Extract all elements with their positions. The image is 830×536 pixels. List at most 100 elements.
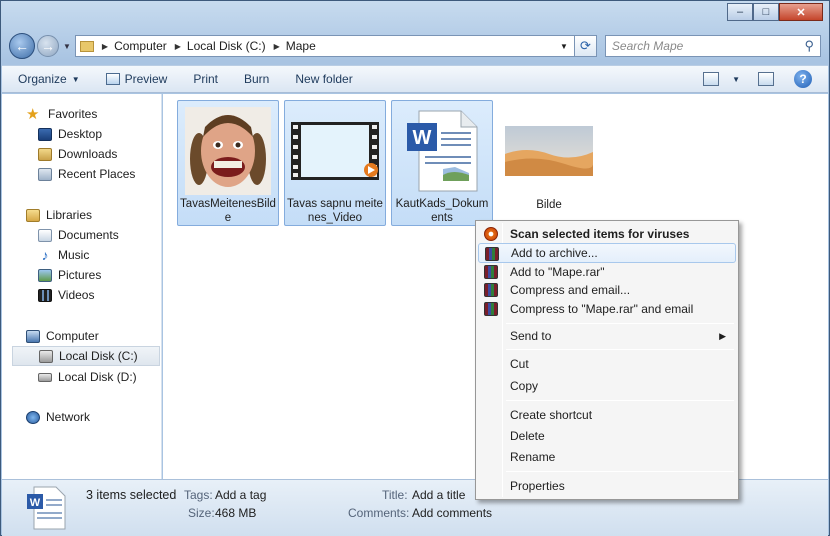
back-arrow-icon: ← <box>15 38 29 54</box>
menu-label: Copy <box>510 379 539 393</box>
winrar-icon <box>485 247 499 261</box>
menu-copy[interactable]: Copy <box>478 376 736 396</box>
svg-text:W: W <box>30 497 41 509</box>
menu-label: Send to <box>510 329 552 343</box>
forward-button[interactable]: → <box>37 35 59 57</box>
new-folder-button[interactable]: New folder <box>295 72 352 86</box>
menu-label: Add to "Mape.rar" <box>510 265 605 279</box>
breadcrumb-separator-icon[interactable]: ▶ <box>102 42 108 51</box>
breadcrumb-computer[interactable]: Computer <box>114 39 167 53</box>
menu-cut[interactable]: Cut <box>478 354 736 374</box>
change-view-icon[interactable] <box>703 72 720 86</box>
menu-label: Delete <box>510 429 545 443</box>
burn-button[interactable]: Burn <box>244 72 269 86</box>
nav-label: Music <box>58 248 90 262</box>
view-controls: ▼ ? <box>685 70 812 88</box>
libraries-icon <box>26 208 40 222</box>
file-label: Bilde <box>536 199 562 211</box>
menu-rename[interactable]: Rename <box>478 447 736 467</box>
recent-places-icon <box>38 167 52 181</box>
refresh-button[interactable]: ⟳ <box>574 35 597 57</box>
address-bar[interactable]: ▶ Computer ▶ Local Disk (C:) ▶ Mape ▼ <box>74 35 575 57</box>
title-value[interactable]: Add a title <box>412 488 465 502</box>
breadcrumb-separator-icon[interactable]: ▶ <box>175 42 181 51</box>
help-icon[interactable]: ? <box>794 70 812 88</box>
command-bar: Organize ▼ Preview Print Burn New folder … <box>2 65 828 93</box>
winrar-icon <box>484 283 498 297</box>
minimize-button[interactable]: – <box>727 3 753 21</box>
drive-icon <box>39 349 53 363</box>
nav-libraries[interactable]: Libraries <box>26 205 184 225</box>
network-icon <box>26 410 40 424</box>
view-dropdown-icon[interactable]: ▼ <box>727 75 740 84</box>
menu-scan-viruses[interactable]: Scan selected items for viruses <box>478 224 736 244</box>
comments-key: Comments: <box>348 506 410 520</box>
nav-label: Network <box>46 410 91 424</box>
menu-create-shortcut[interactable]: Create shortcut <box>478 405 736 425</box>
tags-value[interactable]: Add a tag <box>215 488 266 502</box>
search-icon[interactable]: ⚲ <box>804 38 814 54</box>
menu-compress-rar-email[interactable]: Compress to "Mape.rar" and email <box>478 299 736 319</box>
drive-icon <box>38 372 52 382</box>
menu-separator <box>506 349 734 350</box>
recent-pages-dropdown[interactable]: ▼ <box>63 42 71 51</box>
star-icon: ★ <box>26 105 40 123</box>
nav-favorites[interactable]: ★ Favorites <box>26 104 184 124</box>
nav-label: Local Disk (C:) <box>59 349 138 363</box>
file-tile-document[interactable]: W KautKads_Dokuments <box>391 100 493 226</box>
menu-properties[interactable]: Properties <box>478 476 736 496</box>
breadcrumb-mape[interactable]: Mape <box>286 39 316 53</box>
breadcrumb-local-disk-c[interactable]: Local Disk (C:) <box>187 39 266 53</box>
caption-buttons: – □ ✕ <box>727 3 823 21</box>
address-dropdown-icon[interactable]: ▼ <box>554 42 574 51</box>
menu-add-to-archive[interactable]: Add to archive... <box>478 243 736 263</box>
preview-pane-icon[interactable] <box>758 72 774 86</box>
organize-label: Organize <box>18 72 67 86</box>
close-button[interactable]: ✕ <box>779 3 823 21</box>
menu-label: Properties <box>510 479 565 493</box>
maximize-button[interactable]: □ <box>753 3 779 21</box>
menu-label: Compress and email... <box>510 283 631 297</box>
breadcrumb-separator-icon[interactable]: ▶ <box>274 42 280 51</box>
title-key: Title: <box>382 488 408 502</box>
nav-label: Videos <box>58 288 95 302</box>
chevron-down-icon: ▼ <box>71 74 80 84</box>
downloads-icon <box>38 147 52 161</box>
word-document-icon: W <box>27 486 66 530</box>
nav-local-disk-c[interactable]: Local Disk (C:) <box>12 346 160 366</box>
size-value: 468 MB <box>215 506 257 520</box>
file-tile-video[interactable]: Tavas sapnu meitenes_Video <box>284 100 386 226</box>
navigation-pane: ★ Favorites Desktop Downloads Recent Plac… <box>2 94 162 479</box>
videos-icon <box>38 288 52 302</box>
photo-thumbnail <box>184 106 272 195</box>
menu-delete[interactable]: Delete <box>478 426 736 446</box>
back-button[interactable]: ← <box>9 33 35 59</box>
computer-icon <box>26 329 40 343</box>
video-thumbnail <box>291 106 379 195</box>
nav-label: Libraries <box>46 208 93 222</box>
file-tile-bilde[interactable]: Bilde <box>498 100 600 226</box>
submenu-arrow-icon: ▶ <box>719 330 726 341</box>
menu-add-to-rar[interactable]: Add to "Mape.rar" <box>478 262 736 282</box>
file-label: TavasMeitenesBilde <box>180 198 276 224</box>
menu-label: Compress to "Mape.rar" and email <box>510 302 694 316</box>
folder-icon <box>79 40 94 52</box>
nav-label: Pictures <box>58 268 102 282</box>
comments-value[interactable]: Add comments <box>412 506 492 520</box>
nav-computer[interactable]: Computer <box>26 326 184 346</box>
file-tile-picture[interactable]: TavasMeitenesBilde <box>177 100 279 226</box>
context-menu: Scan selected items for viruses Add to a… <box>475 220 739 500</box>
menu-label: Create shortcut <box>510 408 593 422</box>
desktop-icon <box>38 127 52 141</box>
menu-send-to[interactable]: Send to ▶ <box>478 326 736 346</box>
music-note-icon: ♪ <box>41 246 49 263</box>
organize-button[interactable]: Organize ▼ <box>18 72 80 86</box>
nav-label: Recent Places <box>58 167 136 181</box>
search-placeholder: Search Mape <box>611 39 684 53</box>
menu-compress-email[interactable]: Compress and email... <box>478 280 736 300</box>
menu-separator <box>506 471 734 472</box>
print-button[interactable]: Print <box>193 72 218 86</box>
nav-network[interactable]: Network <box>26 407 184 427</box>
preview-button[interactable]: Preview <box>105 72 167 86</box>
search-input[interactable]: Search Mape ⚲ <box>604 35 821 57</box>
